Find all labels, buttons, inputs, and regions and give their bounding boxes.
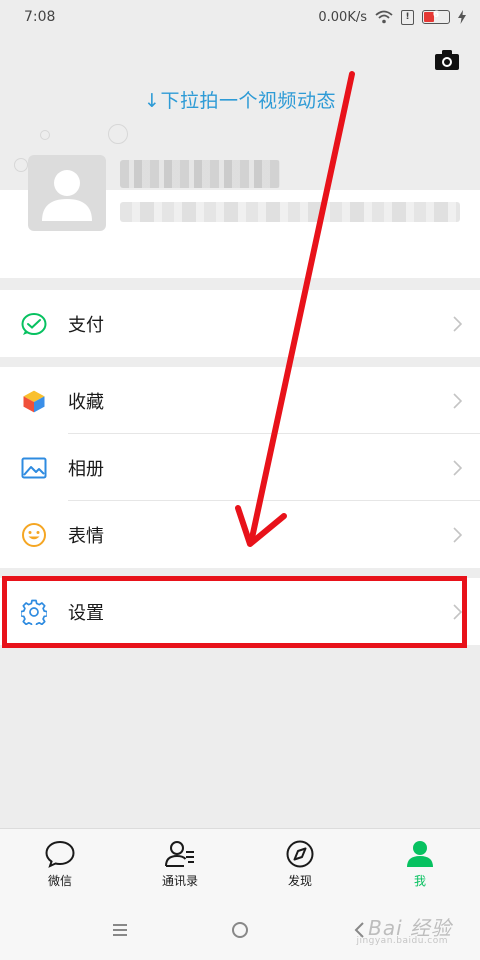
blurred-nickname [120, 160, 280, 188]
battery-icon: 6 [422, 10, 450, 24]
cube-icon [22, 388, 46, 414]
menu-item-favorites[interactable]: 收藏 [0, 367, 480, 434]
menu-label-favorites: 收藏 [68, 391, 104, 413]
network-speed: 0.00K/s [318, 9, 367, 25]
pull-down-video-hint[interactable]: ↓下拉拍一个视频动态 [0, 86, 480, 113]
decorative-bubble [40, 130, 50, 140]
sim-alert-icon: ! [401, 9, 414, 25]
tab-label-chats: 微信 [47, 874, 72, 888]
menu-item-stickers[interactable]: 表情 [0, 501, 480, 568]
tab-contacts[interactable]: 通讯录 [120, 829, 240, 900]
default-avatar-icon[interactable] [28, 155, 106, 231]
picture-icon [21, 457, 47, 478]
chevron-right-icon [453, 526, 462, 543]
tab-chats[interactable]: 微信 [0, 829, 120, 900]
person-icon [407, 841, 433, 867]
contacts-icon [165, 841, 194, 867]
tab-me[interactable]: 我 [360, 829, 480, 900]
tab-label-discover: 发现 [287, 874, 312, 888]
menu-label-pay: 支付 [68, 314, 104, 336]
tab-label-contacts: 通讯录 [161, 874, 198, 888]
camera-icon[interactable] [434, 48, 460, 72]
chat-bubble-icon [45, 840, 75, 868]
smiley-icon [22, 522, 46, 547]
chevron-right-icon [453, 459, 462, 476]
status-time: 7:08 [24, 9, 56, 25]
decorative-bubble [14, 158, 28, 172]
wallet-icon [21, 312, 47, 335]
avatar-silhouette [42, 170, 92, 221]
menu-label-stickers: 表情 [68, 525, 104, 547]
menu-lines-icon[interactable] [108, 918, 132, 942]
menu-item-pay[interactable]: 支付 [0, 290, 480, 357]
baidu-watermark-url: jingyan.baidu.com [356, 936, 448, 946]
chevron-right-icon [453, 392, 462, 409]
charging-icon [458, 10, 466, 24]
battery-level: 6 [432, 10, 440, 20]
bottom-tab-bar: 微信 通讯录 发现 我 [0, 828, 480, 900]
decorative-bubble [108, 124, 128, 144]
menu-group-pay: 支付 [0, 290, 480, 357]
tab-label-me: 我 [413, 874, 426, 888]
home-circle-icon[interactable] [228, 918, 252, 942]
status-indicators: 0.00K/s ! 6 [318, 9, 466, 25]
blurred-wechat-id [120, 202, 460, 222]
menu-group-main: 收藏 相册 表情 [0, 367, 480, 568]
wifi-icon [375, 10, 393, 24]
status-bar: 7:08 0.00K/s ! 6 [0, 0, 480, 34]
tab-discover[interactable]: 发现 [240, 829, 360, 900]
chevron-right-icon [453, 315, 462, 332]
compass-icon [286, 840, 314, 868]
menu-item-album[interactable]: 相册 [0, 434, 480, 501]
annotation-highlight-box [2, 576, 467, 648]
menu-label-album: 相册 [68, 458, 104, 480]
